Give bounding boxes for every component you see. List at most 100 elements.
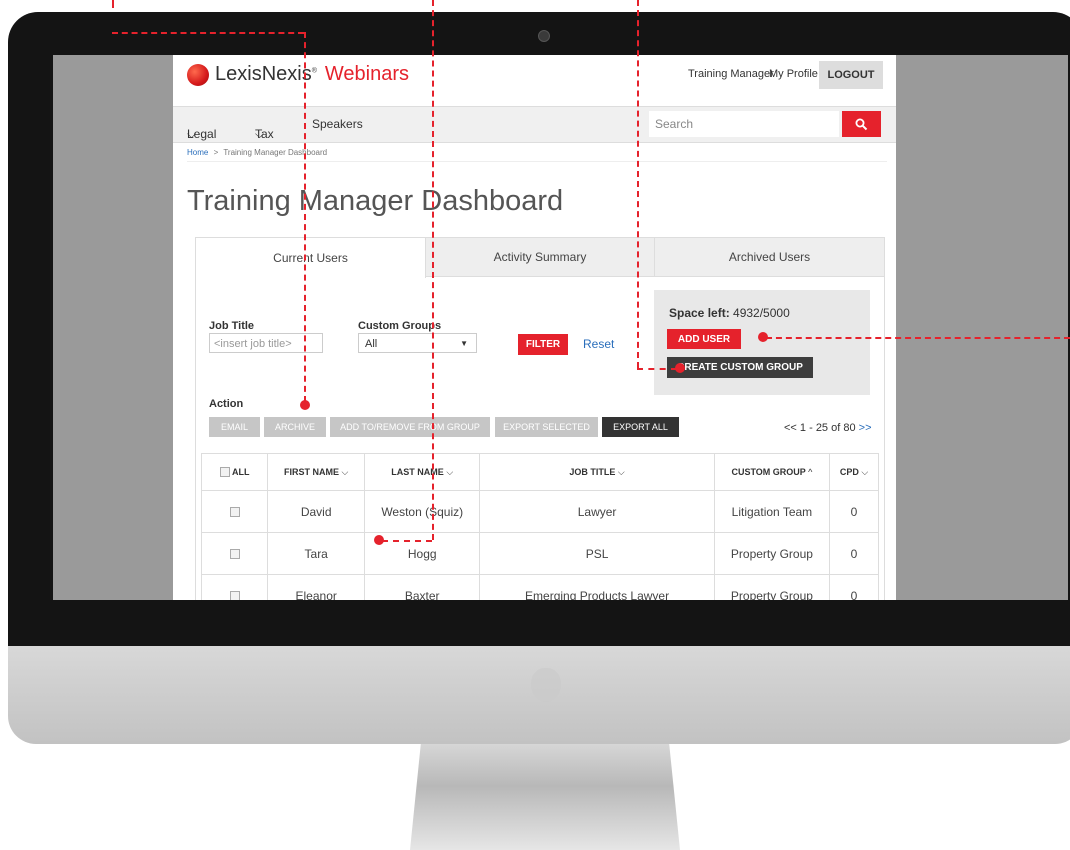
sort-down-icon: ⌵	[341, 466, 349, 477]
cpd-cell: 0	[829, 574, 879, 600]
tab-bar: Current Users Activity Summary Archived …	[195, 237, 885, 278]
custom-group-cell: Property Group	[713, 532, 831, 575]
pager-next[interactable]: >>	[859, 422, 872, 434]
pager-range: 1 - 25 of 80	[799, 422, 856, 434]
my-profile-link[interactable]: My Profile	[769, 68, 818, 80]
main-nav: Legal ⌵ Tax ⌵ Speakers Search	[173, 106, 896, 143]
space-left-label: Space left:	[669, 306, 730, 320]
sort-up-icon: ^	[808, 467, 813, 477]
search-button[interactable]	[842, 111, 881, 137]
sort-down-icon: ⌵	[617, 466, 625, 477]
breadcrumb-home[interactable]: Home	[187, 148, 208, 157]
sort-down-icon: ⌵	[446, 466, 454, 477]
checkbox[interactable]	[229, 507, 240, 518]
header-label: JOB TITLE	[569, 466, 616, 477]
space-left: Space left: 4932/5000	[669, 306, 790, 320]
last-name-header[interactable]: LAST NAME ⌵	[364, 453, 481, 491]
annotation-line	[432, 0, 434, 540]
custom-groups-select[interactable]: All ▼	[358, 333, 477, 353]
job-title-cell: Lawyer	[479, 490, 715, 533]
row-select	[200, 490, 269, 533]
annotation-line	[112, 32, 304, 34]
cpd-header[interactable]: CPD ⌵	[829, 453, 879, 491]
export-all-button[interactable]: EXPORT ALL	[602, 417, 679, 437]
table-row: David Weston (Squiz) Lawyer Litigation T…	[200, 490, 879, 533]
annotation-line	[766, 337, 1070, 339]
breadcrumb-separator: >	[213, 148, 219, 157]
checkbox[interactable]	[229, 591, 240, 600]
job-title-header[interactable]: JOB TITLE ⌵	[479, 453, 715, 491]
header-label: FIRST NAME	[284, 466, 340, 477]
row-select	[200, 532, 269, 575]
cpd-cell: 0	[829, 532, 879, 575]
annotation-line	[637, 368, 677, 370]
divider	[187, 161, 887, 162]
annotation-dot	[300, 400, 310, 410]
sort-down-icon: ⌵	[861, 466, 869, 477]
nav-item-speakers[interactable]: Speakers	[312, 117, 363, 131]
create-custom-group-button[interactable]: CREATE CUSTOM GROUP	[667, 357, 813, 378]
job-title-cell: Emerging Products Lawyer	[479, 574, 715, 600]
apple-logo-icon	[531, 668, 561, 702]
web-page: LexisNexis® Webinars Training Manager My …	[173, 55, 896, 600]
annotation-line	[382, 540, 432, 542]
monitor-stand	[410, 744, 680, 850]
job-title-cell: PSL	[479, 532, 715, 575]
tab-current-users[interactable]: Current Users	[196, 238, 426, 278]
reset-link[interactable]: Reset	[583, 337, 614, 351]
cpd-cell: 0	[829, 490, 879, 533]
pagination: << 1 - 25 of 80 >>	[784, 422, 872, 434]
action-label: Action	[209, 398, 244, 410]
custom-group-header[interactable]: CUSTOM GROUP ^	[713, 453, 831, 491]
annotation-dot	[758, 332, 768, 342]
filter-button[interactable]: FILTER	[518, 334, 568, 355]
custom-groups-label: Custom Groups	[358, 320, 442, 332]
annotation-dot	[374, 535, 384, 545]
annotation-line	[112, 0, 114, 8]
search-input[interactable]: Search	[649, 111, 839, 137]
custom-groups-value: All	[365, 338, 378, 350]
caret-down-icon: ▼	[460, 339, 468, 348]
add-remove-group-button[interactable]: ADD TO/REMOVE FROM GROUP	[330, 417, 490, 437]
header-label: CUSTOM GROUP	[731, 467, 806, 477]
brand-name: LexisNexis	[215, 63, 312, 85]
checkbox[interactable]	[229, 549, 240, 560]
add-user-button[interactable]: ADD USER	[667, 329, 741, 349]
last-name-cell: Baxter	[364, 574, 481, 600]
pager-prev[interactable]: <<	[784, 422, 797, 434]
select-all-header[interactable]: ALL	[200, 453, 269, 491]
first-name-cell: Tara	[267, 532, 366, 575]
logout-button[interactable]: LOGOUT	[819, 61, 883, 89]
header-label: CPD	[839, 466, 859, 477]
annotation-line	[304, 32, 306, 402]
checkbox[interactable]	[219, 467, 230, 478]
custom-group-cell: Property Group	[713, 574, 831, 600]
last-name-cell: Weston (Squiz)	[364, 490, 481, 533]
breadcrumb-current: Training Manager Dashboard	[223, 148, 328, 157]
lexisnexis-logo-icon	[187, 63, 209, 86]
row-select	[200, 574, 269, 600]
tab-archived-users[interactable]: Archived Users	[655, 238, 884, 276]
email-button[interactable]: EMAIL	[209, 417, 260, 437]
first-name-cell: Eleanor	[267, 574, 366, 600]
export-selected-button[interactable]: EXPORT SELECTED	[495, 417, 598, 437]
breadcrumb: Home > Training Manager Dashboard	[187, 148, 327, 157]
annotation-dot	[675, 363, 685, 373]
logo[interactable]: LexisNexis® Webinars	[187, 63, 409, 86]
archive-button[interactable]: ARCHIVE	[264, 417, 326, 437]
header-label: ALL	[231, 466, 250, 477]
product-name: Webinars	[324, 63, 409, 85]
chevron-down-icon: ⌵	[255, 127, 265, 141]
screen: LexisNexis® Webinars Training Manager My …	[53, 55, 1068, 600]
search-icon	[855, 118, 868, 130]
custom-group-cell: Litigation Team	[713, 490, 831, 533]
camera-icon	[538, 30, 550, 42]
annotation-line	[637, 0, 639, 368]
first-name-header[interactable]: FIRST NAME ⌵	[267, 453, 366, 491]
first-name-cell: David	[267, 490, 366, 533]
space-left-value: 4932/5000	[733, 306, 790, 320]
training-manager-link[interactable]: Training Manager	[688, 68, 774, 80]
chevron-down-icon: ⌵	[187, 127, 197, 141]
page-title: Training Manager Dashboard	[187, 185, 564, 217]
tab-activity-summary[interactable]: Activity Summary	[426, 238, 655, 276]
